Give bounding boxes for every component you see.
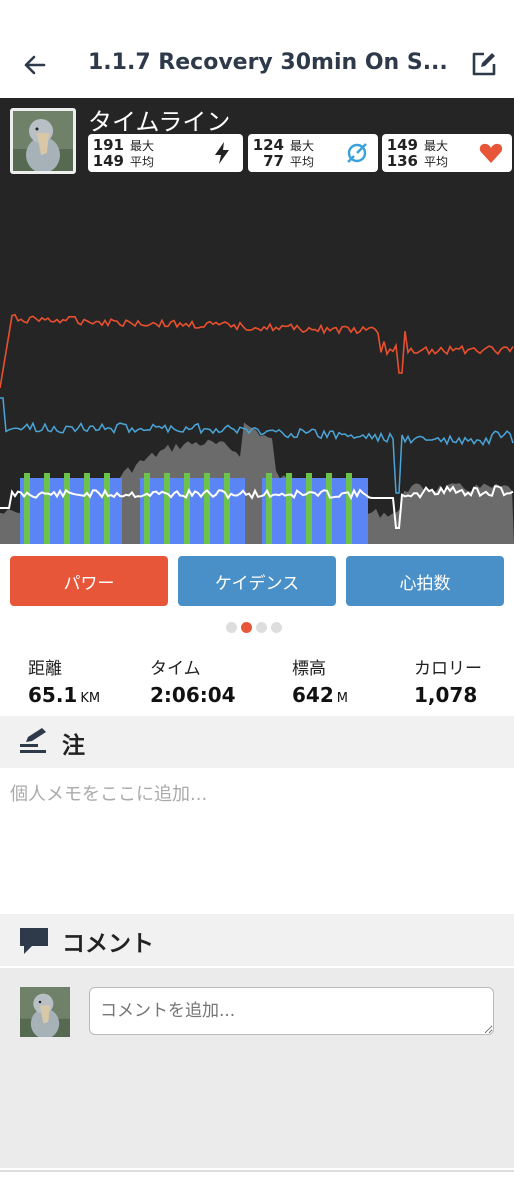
notes-pen-icon	[20, 728, 46, 753]
metric-tabs: パワー ケイデンス 心拍数	[0, 556, 514, 606]
zone-interval	[184, 473, 190, 544]
calories-value-row: 1,078	[414, 683, 482, 707]
cadence-max-label: 最大	[290, 139, 315, 153]
page-title: 1.1.7 Recovery 30min On S...	[88, 50, 448, 75]
power-avg-value: 149	[92, 152, 124, 170]
timeline-panel: タイムライン 191 最大 149 平均 124 最大 77 平均 149 最大…	[0, 98, 514, 544]
comment-compose	[0, 968, 514, 1168]
tab-cadence[interactable]: ケイデンス	[178, 556, 336, 606]
app-header: 1.1.7 Recovery 30min On S...	[0, 0, 514, 98]
calories-label: カロリー	[414, 659, 482, 679]
tab-heart-rate[interactable]: 心拍数	[346, 556, 504, 606]
avatar[interactable]	[10, 108, 76, 174]
timeline-chart[interactable]	[0, 278, 514, 544]
arrow-left-icon	[24, 55, 46, 75]
zone-interval	[326, 473, 332, 544]
zone-interval	[266, 473, 272, 544]
page-dot-1[interactable]	[226, 622, 237, 633]
notes-input[interactable]: 個人メモをここに追加...	[10, 780, 207, 806]
shoebill-avatar-image	[20, 987, 70, 1037]
distance-value-row: 65.1 KM	[28, 683, 100, 707]
distance-stat: 距離 65.1 KM	[28, 654, 100, 707]
edit-note-icon	[472, 52, 496, 76]
zone-interval	[64, 473, 70, 544]
heart-avg-label: 平均	[424, 155, 449, 169]
time-value: 2:06:04	[150, 683, 236, 707]
notes-title: 注	[62, 733, 85, 759]
zone-interval	[286, 473, 292, 544]
cadence-avg-label: 平均	[290, 155, 315, 169]
elevation-label: 標高	[292, 659, 326, 679]
zone-interval	[144, 473, 150, 544]
zone-interval	[346, 473, 352, 544]
back-button[interactable]	[18, 48, 52, 82]
comment-input[interactable]	[89, 987, 494, 1035]
timeline-label: タイムライン	[88, 108, 231, 136]
heart-avg-value: 136	[386, 152, 418, 170]
heart-max-label: 最大	[424, 139, 449, 153]
heart-stat-box: 149 最大 136 平均	[382, 134, 512, 172]
elevation-value-row: 642 M	[292, 683, 348, 707]
power-line	[0, 313, 514, 389]
zone-interval	[224, 473, 230, 544]
zone-interval	[44, 473, 50, 544]
shoebill-avatar-image	[13, 111, 73, 171]
page-dot-4[interactable]	[271, 622, 282, 633]
zone-interval	[164, 473, 170, 544]
page-dot-2[interactable]	[241, 622, 252, 633]
zone-interval	[84, 473, 90, 544]
elevation-stat: 標高 642 M	[292, 654, 348, 707]
cadence-stat-box: 124 最大 77 平均	[248, 134, 378, 172]
elevation-value: 642	[292, 683, 334, 707]
distance-unit: KM	[80, 691, 101, 706]
comment-bubble-icon	[20, 928, 48, 954]
cadence-avg-value: 77	[263, 152, 284, 170]
time-stat: タイム 2:06:04	[150, 654, 236, 707]
distance-label: 距離	[28, 659, 62, 679]
bottom-divider	[0, 1170, 514, 1172]
zone-block-3	[262, 478, 368, 544]
ride-summary: 距離 65.1 KM タイム 2:06:04 標高 642 M カロリー 1,078	[0, 654, 514, 716]
heart-icon	[479, 143, 503, 163]
zone-interval	[306, 473, 312, 544]
tab-power[interactable]: パワー	[10, 556, 168, 606]
comments-section-header: コメント	[0, 914, 514, 966]
time-label: タイム	[150, 659, 201, 679]
notes-section-header: 注	[0, 716, 514, 768]
power-stat-box: 191 最大 149 平均	[88, 134, 243, 172]
comments-title: コメント	[62, 931, 154, 957]
elevation-unit: M	[336, 691, 348, 706]
lightning-icon	[215, 142, 229, 164]
zone-interval	[24, 473, 30, 544]
power-max-label: 最大	[130, 139, 155, 153]
cadence-icon	[347, 143, 367, 163]
edit-button[interactable]	[468, 48, 500, 80]
calories-stat: カロリー 1,078	[414, 654, 482, 707]
distance-value: 65.1	[28, 683, 78, 707]
calories-value: 1,078	[414, 683, 478, 707]
page-dot-3[interactable]	[256, 622, 267, 633]
avatar	[20, 987, 70, 1037]
zone-interval	[204, 473, 210, 544]
power-avg-label: 平均	[130, 155, 155, 169]
time-value-row: 2:06:04	[150, 683, 236, 707]
zone-interval	[104, 473, 110, 544]
